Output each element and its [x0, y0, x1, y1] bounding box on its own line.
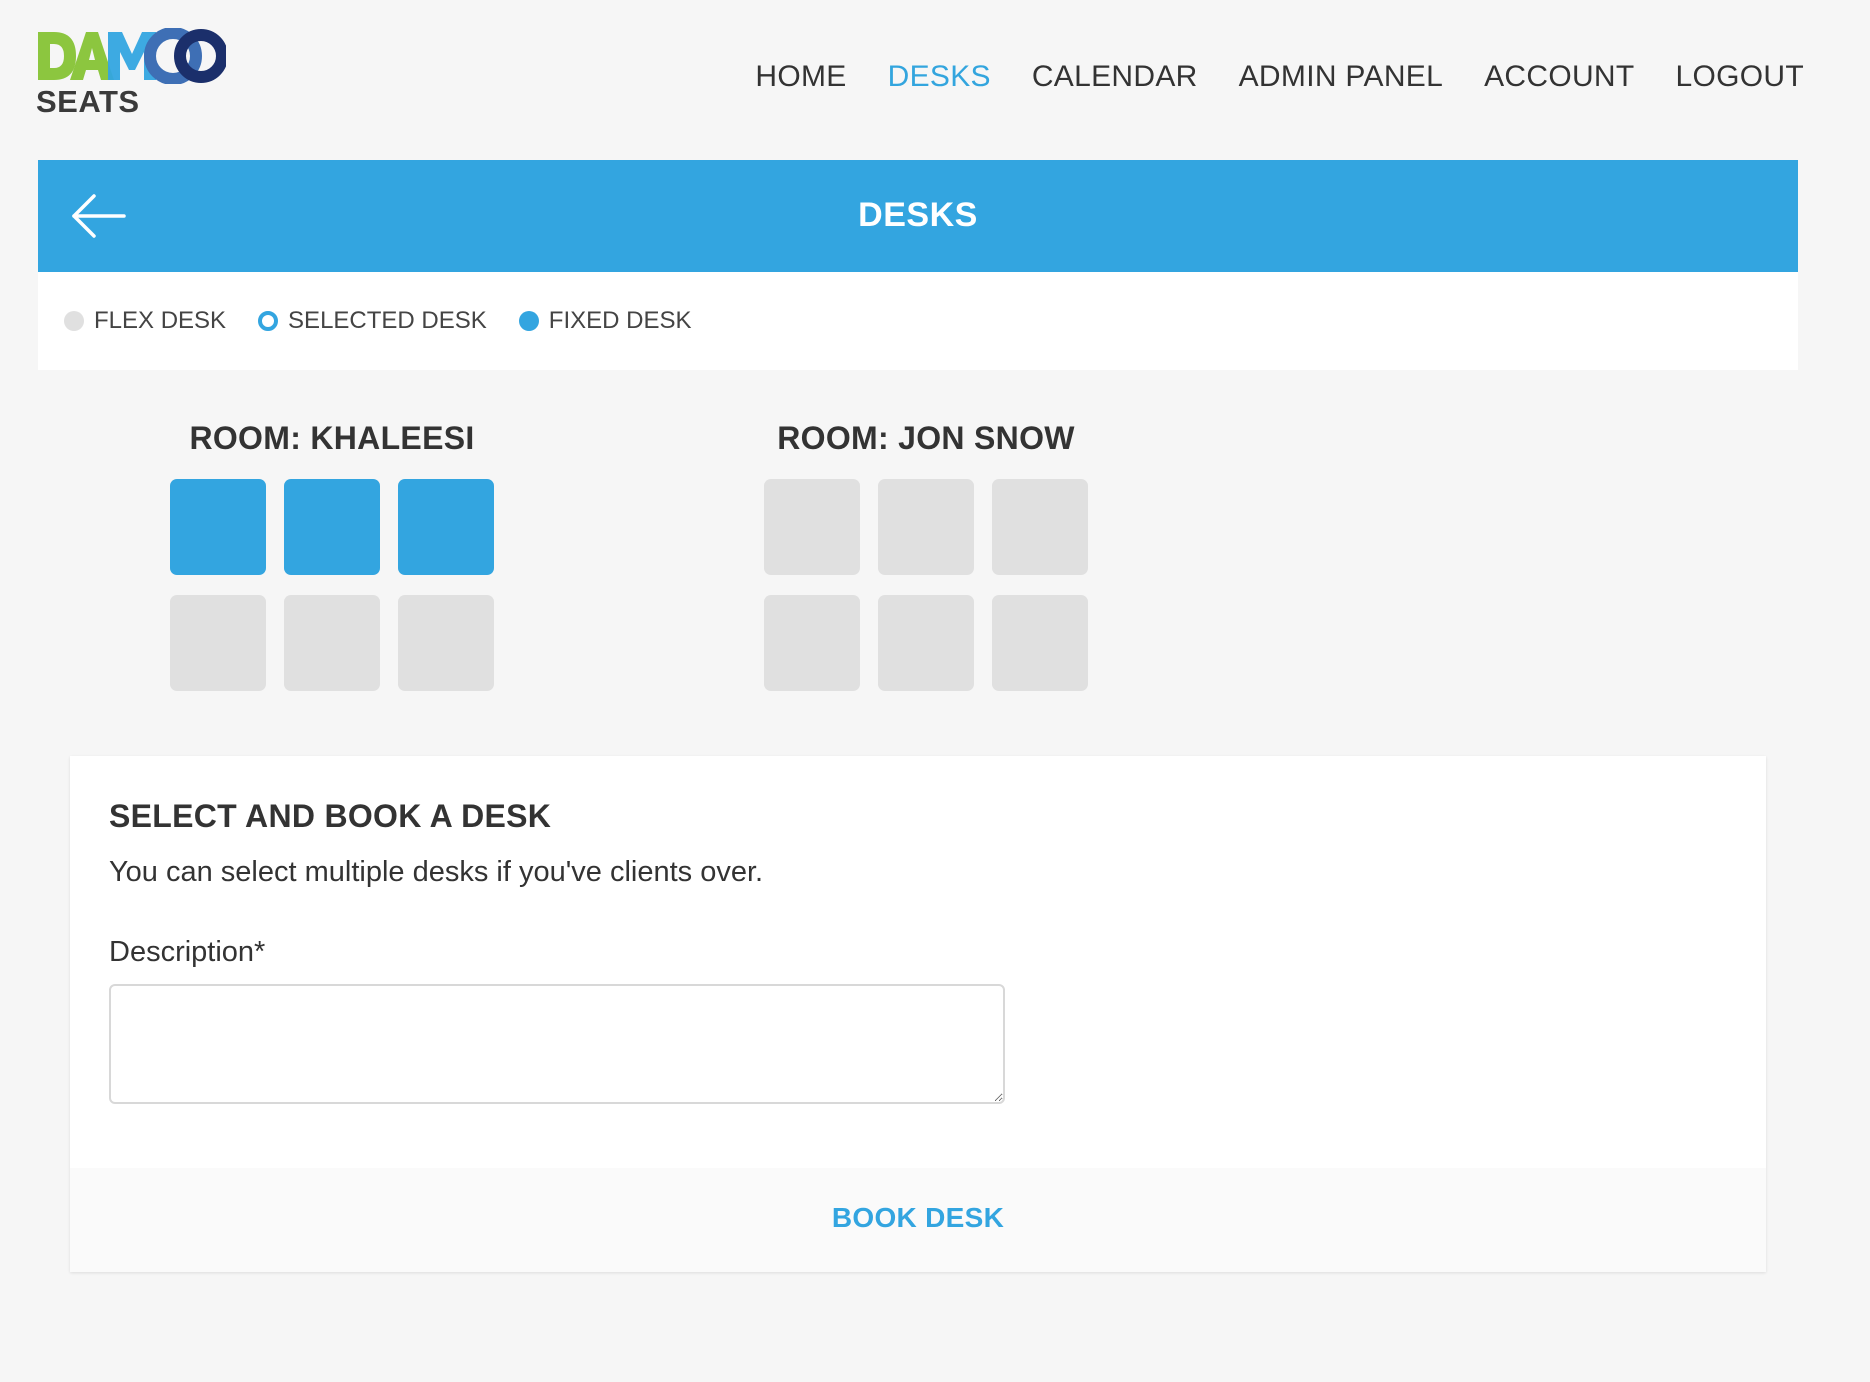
legend-flex-desk: FLEX DESK	[64, 307, 226, 335]
room-jon-snow: ROOM: JON SNOW	[756, 420, 1096, 691]
fixed-desk[interactable]	[398, 479, 494, 575]
page-title: DESKS	[858, 196, 978, 234]
damco-logo-mark	[38, 28, 226, 84]
main-nav: HOME DESKS CALENDAR ADMIN PANEL ACCOUNT …	[755, 60, 1804, 94]
flex-desk[interactable]	[284, 595, 380, 691]
book-desk-button[interactable]: BOOK DESK	[70, 1202, 1766, 1234]
nav-calendar[interactable]: CALENDAR	[1032, 60, 1198, 94]
flex-desk[interactable]	[992, 595, 1088, 691]
flex-desk[interactable]	[878, 595, 974, 691]
legend-fixed-desk: FIXED DESK	[518, 307, 692, 335]
room-title: ROOM: JON SNOW	[777, 420, 1075, 456]
damco-seats-logo[interactable]: SEATS	[36, 28, 226, 120]
booking-card-footer: BOOK DESK	[70, 1168, 1766, 1272]
booking-heading: SELECT AND BOOK A DESK	[109, 798, 552, 834]
legend-selected-desk: SELECTED DESK	[258, 307, 487, 335]
nav-admin-panel[interactable]: ADMIN PANEL	[1239, 60, 1443, 94]
fixed-desk[interactable]	[284, 479, 380, 575]
desk-grid	[162, 479, 502, 691]
nav-account[interactable]: ACCOUNT	[1484, 60, 1634, 94]
description-textarea[interactable]	[109, 984, 1005, 1104]
fixed-desk[interactable]	[170, 479, 266, 575]
legend-flex-label: FLEX DESK	[94, 307, 227, 334]
legend-selected-label: SELECTED DESK	[288, 307, 487, 334]
booking-card: SELECT AND BOOK A DESK You can select mu…	[70, 756, 1766, 1272]
flex-desk[interactable]	[764, 595, 860, 691]
nav-desks[interactable]: DESKS	[888, 60, 991, 94]
desk-legend: FLEX DESK SELECTED DESK FIXED DESK	[38, 272, 1798, 370]
nav-logout[interactable]: LOGOUT	[1676, 60, 1804, 94]
legend-fixed-label: FIXED DESK	[548, 307, 692, 334]
flex-desk[interactable]	[878, 479, 974, 575]
desk-grid	[756, 479, 1096, 691]
fixed-desk-dot-icon	[518, 311, 539, 331]
page-title-bar: DESKS	[38, 160, 1798, 272]
flex-desk[interactable]	[398, 595, 494, 691]
room-khaleesi: ROOM: KHALEESI	[162, 420, 502, 691]
top-header: SEATS HOME DESKS CALENDAR ADMIN PANEL AC…	[0, 0, 1870, 160]
selected-desk-dot-icon	[258, 311, 279, 331]
booking-subtext: You can select multiple desks if you've …	[109, 856, 764, 888]
flex-desk[interactable]	[992, 479, 1088, 575]
flex-desk[interactable]	[764, 479, 860, 575]
nav-home[interactable]: HOME	[755, 60, 846, 94]
room-title: ROOM: KHALEESI	[189, 420, 475, 456]
flex-desk-dot-icon	[64, 311, 84, 331]
logo-seats-text: SEATS	[36, 84, 140, 119]
description-label: Description*	[109, 936, 266, 968]
flex-desk[interactable]	[170, 595, 266, 691]
